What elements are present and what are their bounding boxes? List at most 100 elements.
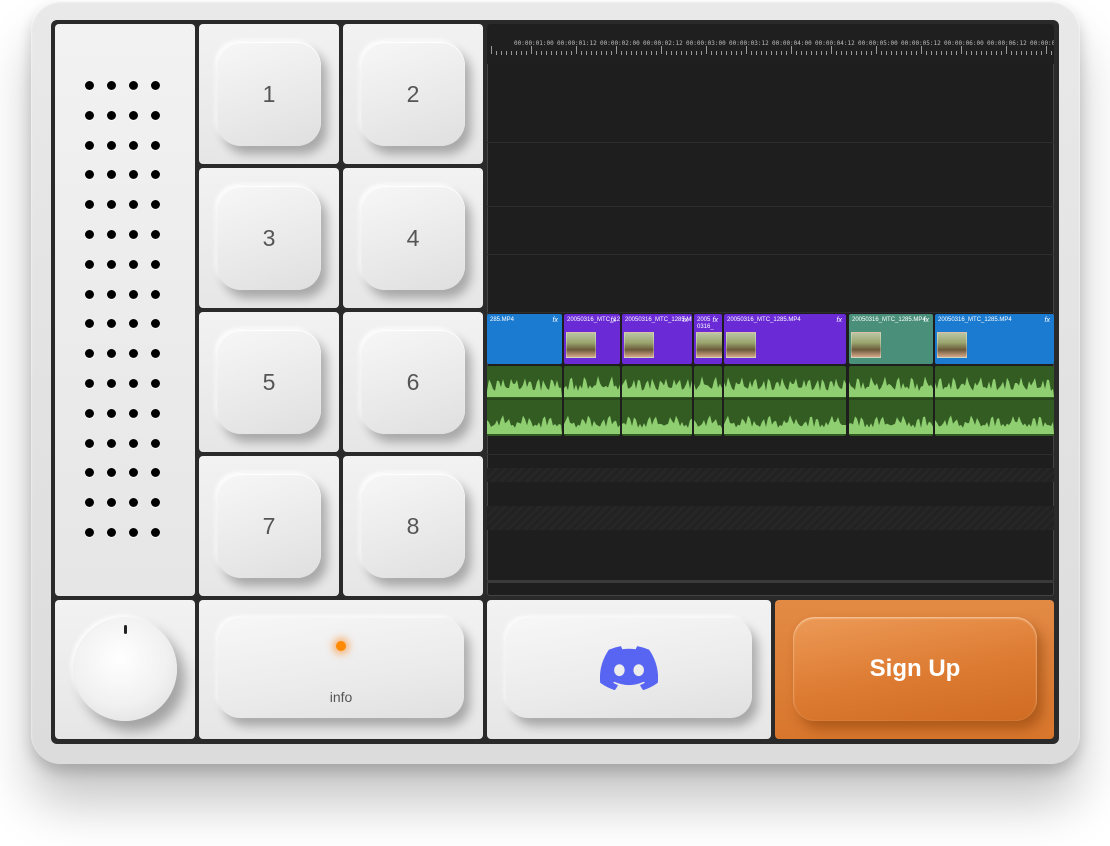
ruler-tick	[581, 51, 582, 55]
fx-icon[interactable]: fx	[924, 317, 929, 324]
speaker-hole	[85, 349, 94, 359]
waveform	[622, 378, 692, 434]
speaker-hole	[107, 259, 116, 269]
ruler-tick	[1036, 51, 1037, 55]
ruler-tick	[851, 51, 852, 55]
speaker-hole	[85, 379, 94, 388]
speaker-hole	[129, 230, 138, 239]
key-7-button[interactable]: 7	[217, 474, 321, 578]
speaker-hole	[107, 408, 116, 418]
track-divider	[487, 142, 1054, 143]
speaker-hole	[151, 289, 160, 299]
key-2-button[interactable]: 2	[361, 42, 465, 146]
ruler-tick	[761, 51, 762, 55]
ruler-tick	[726, 51, 727, 55]
track-divider	[487, 254, 1054, 255]
audio-clip[interactable]	[487, 366, 562, 436]
speaker-hole	[107, 289, 116, 299]
video-clip[interactable]: 20050316_MTC_1285.MP4 fx	[622, 314, 692, 364]
speaker-hole	[151, 170, 160, 180]
key-4-button[interactable]: 4	[361, 186, 465, 290]
audio-clip[interactable]	[694, 366, 722, 436]
ruler-tick	[831, 46, 832, 54]
timecode-label: 00:00:01:00	[514, 40, 554, 47]
waveform	[849, 376, 933, 434]
ruler-tick	[491, 46, 492, 54]
audio-clip[interactable]	[622, 366, 692, 436]
audio-clip[interactable]	[935, 366, 1054, 436]
speaker-hole	[129, 170, 138, 180]
speaker-hole	[85, 319, 94, 329]
key-3-button[interactable]: 3	[217, 186, 321, 290]
speaker-hole	[151, 438, 160, 448]
speaker-hole	[151, 140, 160, 150]
fx-icon[interactable]: fx	[1045, 317, 1050, 324]
speaker-hole	[151, 110, 160, 120]
video-clip[interactable]: 20050316_MTC_1285.MP4 fx	[935, 314, 1054, 364]
waveform	[935, 376, 1054, 434]
speaker-hole	[85, 468, 94, 478]
video-clip[interactable]: 20050316_MTC_1285.MP4 fx	[849, 314, 933, 364]
fx-icon[interactable]: fx	[713, 317, 718, 324]
fx-icon[interactable]: fx	[553, 317, 558, 324]
speaker-hole	[107, 200, 116, 210]
ruler-tick	[526, 51, 527, 55]
sign-up-button[interactable]: Sign Up	[793, 617, 1037, 721]
speaker-hole	[129, 468, 138, 478]
speaker-hole	[151, 81, 160, 90]
clip-thumbnail	[937, 332, 967, 358]
speaker-hole	[107, 438, 116, 448]
timeline-ruler[interactable]: 00:00:01:00 00:00:01:12 00:00:02:00 00:00:0…	[487, 24, 1054, 64]
ruler-tick	[976, 51, 977, 55]
ruler-tick	[781, 51, 782, 55]
speaker-hole	[107, 498, 116, 508]
ruler-tick	[531, 46, 532, 54]
audio-clip[interactable]	[849, 366, 933, 436]
ruler-tick	[1046, 46, 1047, 54]
clip-name: 2005 0316_	[697, 317, 714, 330]
video-clip[interactable]: 285.MP4 fx	[487, 314, 562, 364]
fx-icon[interactable]: fx	[683, 317, 688, 324]
ruler-tick	[1041, 51, 1042, 55]
fx-icon[interactable]: fx	[611, 317, 616, 324]
speaker-hole	[151, 379, 160, 388]
fx-icon[interactable]: fx	[837, 317, 842, 324]
status-led	[336, 641, 346, 651]
key-8-button[interactable]: 8	[361, 474, 465, 578]
key-5-button[interactable]: 5	[217, 330, 321, 434]
ruler-tick	[1001, 51, 1002, 55]
speaker-hole	[85, 200, 94, 210]
speaker-hole	[151, 319, 160, 329]
ruler-tick	[561, 51, 562, 55]
audio-clip[interactable]	[564, 366, 620, 436]
ruler-tick	[746, 46, 747, 54]
horizontal-scrollbar[interactable]	[487, 580, 1054, 583]
key-1-button[interactable]: 1	[217, 42, 321, 146]
speaker-hole	[129, 110, 138, 120]
ruler-tick	[826, 51, 827, 55]
audio-clip[interactable]	[724, 366, 846, 436]
ruler-tick	[846, 51, 847, 55]
ruler-tick	[796, 51, 797, 55]
ruler-tick	[706, 46, 707, 54]
video-clip[interactable]: 2005 0316_ fx	[694, 314, 722, 364]
ruler-tick	[921, 46, 922, 54]
ruler-tick	[771, 51, 772, 55]
track-divider	[487, 454, 1054, 455]
clip-thumbnail	[696, 332, 722, 358]
ruler-tick	[941, 51, 942, 55]
ruler-tick	[591, 51, 592, 55]
volume-knob[interactable]	[73, 617, 177, 721]
speaker-hole	[129, 200, 138, 210]
speaker-hole	[129, 319, 138, 329]
key-6-button[interactable]: 6	[361, 330, 465, 434]
video-clip[interactable]: 20050316_MTC_1285.fx	[564, 314, 620, 364]
ruler-tick	[721, 51, 722, 55]
discord-button[interactable]	[506, 618, 752, 718]
timeline-screen[interactable]: 00:00:01:00 00:00:01:12 00:00:02:00 00:00:0…	[487, 24, 1054, 596]
video-clip[interactable]: 20050316_MTC_1285.MP4 fx	[724, 314, 846, 364]
timecode-label: 00:00:06:00	[944, 40, 984, 47]
ruler-tick	[616, 46, 617, 54]
speaker-hole	[85, 528, 94, 537]
timecode-label: 00:00:07:00	[1030, 40, 1054, 47]
